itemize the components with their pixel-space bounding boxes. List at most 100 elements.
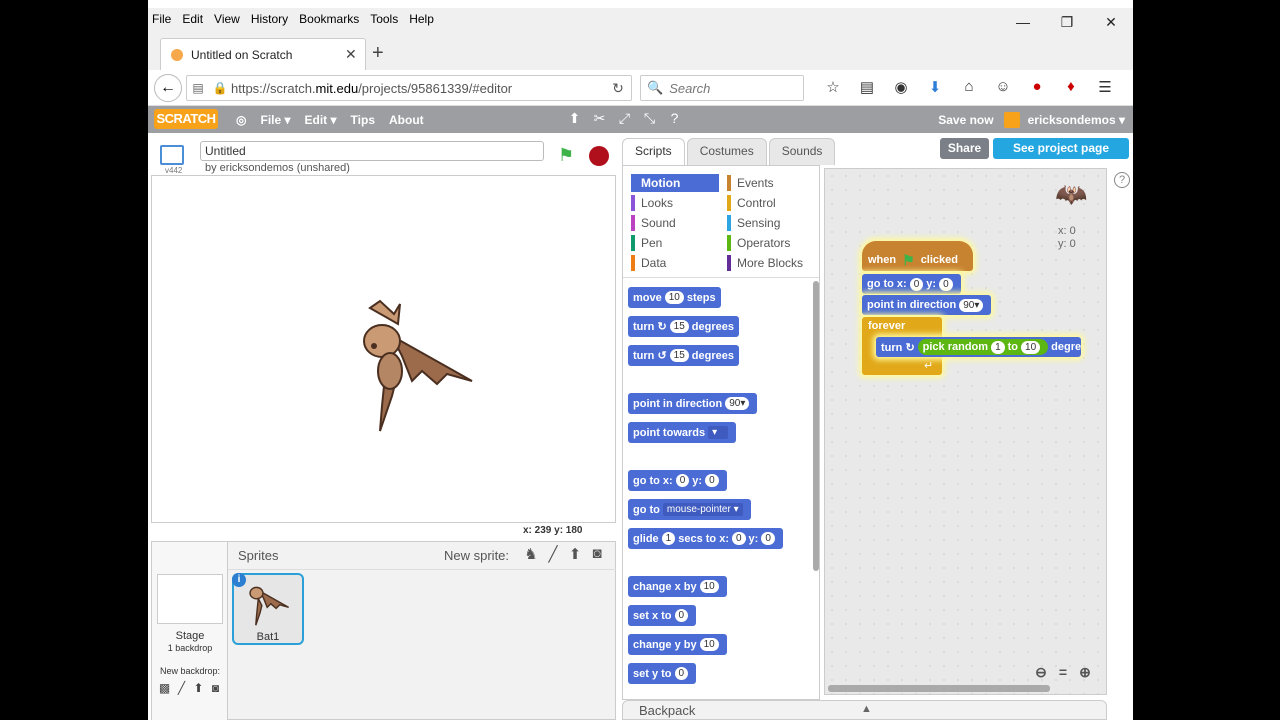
share-button[interactable]: Share bbox=[940, 138, 989, 159]
category-sensing[interactable]: Sensing bbox=[727, 214, 815, 232]
pocket-icon[interactable]: ◉ bbox=[884, 78, 918, 96]
menu-tools[interactable]: Tools bbox=[370, 12, 398, 26]
language-globe-icon[interactable]: ◎ bbox=[236, 113, 246, 127]
delete-icon[interactable]: ✂ bbox=[587, 110, 612, 127]
category-sound[interactable]: Sound bbox=[631, 214, 719, 232]
script-block-turn[interactable]: turn ↻ pick random 1 to 10 degre bbox=[876, 337, 1082, 357]
block-turn-left[interactable]: turn ↺ 15 degrees bbox=[628, 345, 739, 366]
upload-backdrop-icon[interactable]: ⬆ bbox=[190, 681, 207, 695]
downloads-icon[interactable]: ⬇ bbox=[918, 78, 952, 96]
browser-tab[interactable]: Untitled on Scratch ✕ bbox=[160, 38, 366, 70]
see-project-page-button[interactable]: See project page bbox=[993, 138, 1129, 159]
block-move[interactable]: move 10 steps bbox=[628, 287, 721, 308]
category-operators[interactable]: Operators bbox=[727, 234, 815, 252]
tab-scripts[interactable]: Scripts bbox=[622, 138, 685, 165]
scratch-menu-file[interactable]: File ▾ bbox=[260, 113, 290, 127]
block-change-y[interactable]: change y by 10 bbox=[628, 634, 727, 655]
menu-history[interactable]: History bbox=[251, 12, 288, 26]
tab-costumes[interactable]: Costumes bbox=[686, 138, 767, 165]
scratch-menu-tips[interactable]: Tips bbox=[351, 113, 375, 127]
url-bar[interactable]: ▤ 🔒 https://scratch.mit.edu/projects/958… bbox=[186, 75, 632, 101]
menu-help[interactable]: Help bbox=[409, 12, 434, 26]
category-data[interactable]: Data bbox=[631, 254, 719, 272]
search-icon: 🔍 bbox=[647, 80, 664, 95]
tab-sounds[interactable]: Sounds bbox=[768, 138, 836, 165]
sprite-library-icon[interactable]: ♞ bbox=[520, 545, 542, 563]
identity-icon[interactable]: ▤ bbox=[187, 81, 209, 95]
green-flag-icon[interactable]: ⚑ bbox=[558, 145, 574, 166]
adblock-icon[interactable]: ● bbox=[1020, 78, 1054, 96]
zoom-reset-icon[interactable]: = bbox=[1052, 664, 1074, 681]
pick-random-block[interactable]: pick random 1 to 10 bbox=[917, 339, 1049, 355]
duplicate-icon[interactable]: ⬆ bbox=[562, 110, 587, 127]
category-pen[interactable]: Pen bbox=[631, 234, 719, 252]
help-icon[interactable]: ? bbox=[662, 110, 687, 127]
save-now-button[interactable]: Save now bbox=[938, 113, 993, 127]
block-set-y[interactable]: set y to 0 bbox=[628, 663, 697, 684]
stage-header: v442 by ericksondemos (unshared) ⚑ bbox=[148, 133, 618, 175]
category-events[interactable]: Events bbox=[727, 174, 815, 192]
search-box[interactable]: 🔍 Search bbox=[640, 75, 804, 101]
tab-close-icon[interactable]: ✕ bbox=[345, 46, 365, 63]
back-button[interactable]: ← bbox=[154, 74, 182, 102]
scratch-logo[interactable]: SCRATCH bbox=[154, 109, 218, 129]
menu-bookmarks[interactable]: Bookmarks bbox=[299, 12, 359, 26]
lock-icon[interactable]: 🔒 bbox=[209, 81, 231, 95]
stage-thumbnail[interactable] bbox=[157, 574, 223, 624]
camera-backdrop-icon[interactable]: ◙ bbox=[207, 681, 224, 695]
hamburger-menu-icon[interactable]: ☰ bbox=[1088, 78, 1122, 96]
block-when-flag-clicked[interactable]: when ⚑ clicked bbox=[862, 241, 973, 271]
scratch-menu-edit[interactable]: Edit ▾ bbox=[305, 113, 337, 127]
block-glide[interactable]: glide 1 secs to x: 0 y: 0 bbox=[628, 528, 783, 549]
stage-canvas[interactable] bbox=[151, 175, 616, 523]
fullscreen-icon[interactable] bbox=[160, 145, 184, 165]
camera-sprite-icon[interactable]: ◙ bbox=[586, 545, 608, 563]
script-block-point-in-direction[interactable]: point in direction 90▾ bbox=[862, 295, 992, 315]
backdrop-library-icon[interactable]: ▩ bbox=[156, 681, 173, 695]
current-sprite-thumbnail-icon: 🦇 bbox=[1055, 179, 1088, 209]
category-control[interactable]: Control bbox=[727, 194, 815, 212]
scratch-menu-about[interactable]: About bbox=[389, 113, 424, 127]
block-point-in-direction[interactable]: point in direction 90▾ bbox=[628, 393, 758, 414]
block-change-x[interactable]: change x by 10 bbox=[628, 576, 727, 597]
palette-scrollbar[interactable] bbox=[813, 281, 819, 571]
block-turn-right[interactable]: turn ↻ 15 degrees bbox=[628, 316, 739, 337]
project-title-input[interactable] bbox=[200, 141, 544, 161]
category-motion[interactable]: Motion bbox=[631, 174, 719, 192]
zoom-in-icon[interactable]: ⊕ bbox=[1074, 664, 1096, 681]
bat-sprite-icon[interactable] bbox=[352, 296, 482, 436]
stop-icon[interactable] bbox=[589, 146, 609, 166]
reading-list-icon[interactable]: ▤ bbox=[850, 78, 884, 96]
block-go-to[interactable]: go to mouse-pointer ▾ bbox=[628, 499, 751, 520]
home-icon[interactable]: ⌂ bbox=[952, 78, 986, 96]
script-block-go-to-xy[interactable]: go to x: 0 y: 0 bbox=[862, 274, 961, 294]
expand-arrow-icon[interactable]: ▲ bbox=[861, 703, 872, 715]
new-tab-icon[interactable]: + bbox=[372, 42, 384, 65]
scripts-area[interactable]: 🦇 x: 0 y: 0 when ⚑ clicked go to x: 0 y: 0 poi… bbox=[824, 168, 1107, 695]
reload-icon[interactable]: ↻ bbox=[605, 80, 631, 97]
username-menu[interactable]: ericksondemos ▾ bbox=[1028, 113, 1125, 127]
bookmark-star-icon[interactable]: ☆ bbox=[816, 78, 850, 96]
scripts-scrollbar[interactable] bbox=[828, 685, 1050, 692]
block-point-towards[interactable]: point towards ▾ bbox=[628, 422, 737, 443]
grow-icon[interactable]: ⤢ bbox=[612, 110, 637, 127]
help-question-icon[interactable]: ? bbox=[1114, 172, 1130, 188]
search-placeholder: Search bbox=[669, 80, 711, 96]
paint-sprite-icon[interactable]: ╱ bbox=[542, 545, 564, 563]
sprite-tile-bat1[interactable]: i Bat1 bbox=[232, 573, 304, 645]
menu-view[interactable]: View bbox=[214, 12, 240, 26]
menu-edit[interactable]: Edit bbox=[182, 12, 203, 26]
sprite-position: x: 0 y: 0 bbox=[1058, 225, 1076, 250]
block-set-x[interactable]: set x to 0 bbox=[628, 605, 697, 626]
shrink-icon[interactable]: ⤡ bbox=[637, 110, 662, 127]
upload-sprite-icon[interactable]: ⬆ bbox=[564, 545, 586, 563]
category-more-blocks[interactable]: More Blocks bbox=[727, 254, 815, 272]
zoom-out-icon[interactable]: ⊖ bbox=[1030, 664, 1052, 681]
paint-backdrop-icon[interactable]: ╱ bbox=[173, 681, 190, 695]
extension-icon[interactable]: ♦ bbox=[1054, 78, 1088, 96]
chat-icon[interactable]: ☺ bbox=[986, 78, 1020, 96]
backpack-panel[interactable]: Backpack ▲ bbox=[622, 700, 1107, 720]
menu-file[interactable]: File bbox=[152, 12, 171, 26]
category-looks[interactable]: Looks bbox=[631, 194, 719, 212]
block-go-to-xy[interactable]: go to x: 0 y: 0 bbox=[628, 470, 727, 491]
